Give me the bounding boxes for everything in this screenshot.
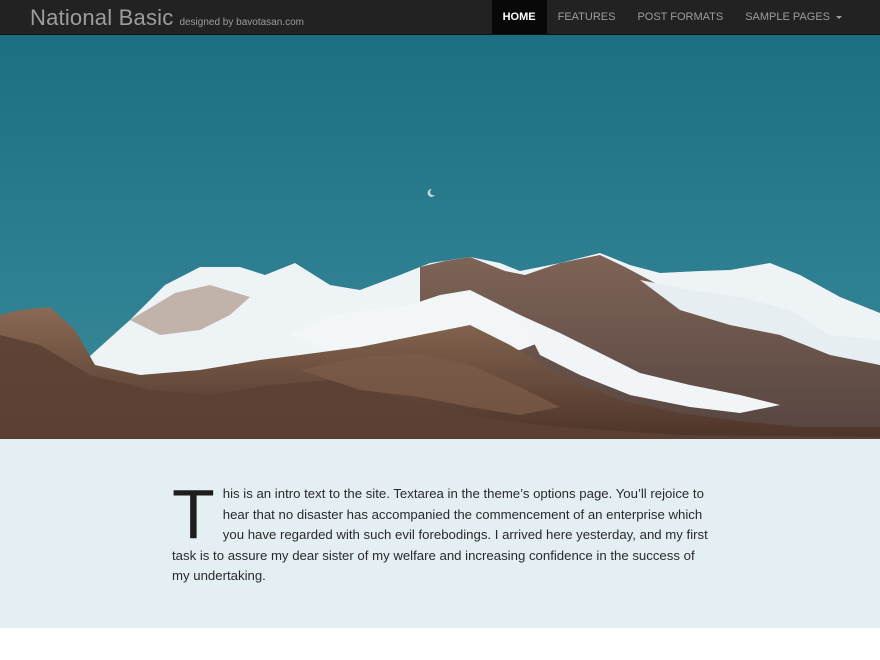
caret-down-icon	[836, 15, 842, 19]
nav-item-post-formats[interactable]: POST FORMATS	[626, 0, 734, 34]
nav-item-label: POST FORMATS	[637, 11, 724, 23]
intro-section: This is an intro text to the site. Texta…	[0, 439, 880, 628]
nav-item-home[interactable]: HOME	[491, 0, 547, 34]
nav-item-features[interactable]: FEATURES	[547, 0, 627, 34]
nav-item-sample-pages[interactable]: SAMPLE PAGES	[734, 0, 853, 34]
nav-item-label: FEATURES	[557, 11, 616, 23]
dropcap-letter: T	[172, 475, 215, 553]
site-brand[interactable]: National Basic designed by bavotasan.com	[30, 5, 304, 31]
intro-paragraph: This is an intro text to the site. Texta…	[172, 475, 708, 587]
nav-item-label: HOME	[502, 11, 536, 23]
intro-text: his is an intro text to the site. Textar…	[172, 486, 708, 583]
nav-item-label: SAMPLE PAGES	[745, 11, 830, 23]
top-navbar: National Basic designed by bavotasan.com…	[0, 0, 880, 35]
site-tagline: designed by bavotasan.com	[179, 17, 304, 28]
main-menu: HOME FEATURES POST FORMATS SAMPLE PAGES	[491, 0, 853, 34]
mountain-landscape-image	[0, 35, 880, 439]
hero-image	[0, 35, 880, 439]
site-title[interactable]: National Basic	[30, 5, 173, 31]
